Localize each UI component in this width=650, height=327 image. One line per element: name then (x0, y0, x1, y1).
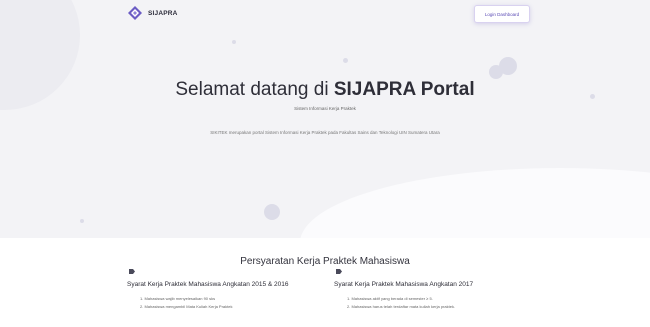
decorative-curve (300, 168, 650, 238)
login-dashboard-button[interactable]: Login Dashboard (474, 5, 530, 23)
brand-name: SIJAPRA (148, 9, 178, 17)
requirements-column-title: Syarat Kerja Praktek Mahasiswa Angkatan … (334, 281, 474, 288)
hero-section: SIJAPRA Login Dashboard Selamat datang d… (0, 0, 650, 238)
decorative-bubble (499, 57, 517, 75)
list-item: 1. Mahasiswa wajib menyelesaikan 90 sks (140, 296, 216, 301)
list-item: 1. Mahasiswa aktif yang berada di semest… (347, 296, 433, 301)
hero-subtitle: Sistem Informasi Kerja Praktek (294, 106, 356, 111)
diamond-logo-icon (128, 6, 142, 20)
decorative-bubble (80, 219, 84, 223)
requirements-title: Persyaratan Kerja Praktek Mahasiswa (240, 256, 410, 267)
decorative-bubble (343, 58, 348, 63)
requirements-column: Syarat Kerja Praktek Mahasiswa Angkatan … (334, 269, 534, 311)
requirements-list: 1. Mahasiswa wajib menyelesaikan 90 sks … (140, 295, 327, 311)
hero-title: Selamat datang di SIJAPRA Portal (0, 79, 650, 101)
list-item: 2. Mahasiswa harus telah terdaftar mata … (347, 304, 456, 309)
tag-icon (129, 269, 135, 274)
hero-title-brand: SIJAPRA Portal (333, 79, 475, 100)
list-item: 2. Mahasiswa mengambil Mata Kuliah Kerja… (140, 304, 233, 309)
requirements-list: 1. Mahasiswa aktif yang berada di semest… (347, 295, 534, 311)
hero-title-prefix: Selamat datang di (175, 79, 334, 100)
tag-icon (336, 269, 342, 274)
decorative-bubble (264, 204, 280, 220)
decorative-bubble (232, 40, 236, 44)
requirements-column: Syarat Kerja Praktek Mahasiswa Angkatan … (127, 269, 327, 311)
hero-description: SIKITEK merupakan portal Sistem Informas… (210, 130, 440, 135)
requirements-column-title: Syarat Kerja Praktek Mahasiswa Angkatan … (127, 281, 289, 288)
brand[interactable]: SIJAPRA (128, 6, 178, 20)
